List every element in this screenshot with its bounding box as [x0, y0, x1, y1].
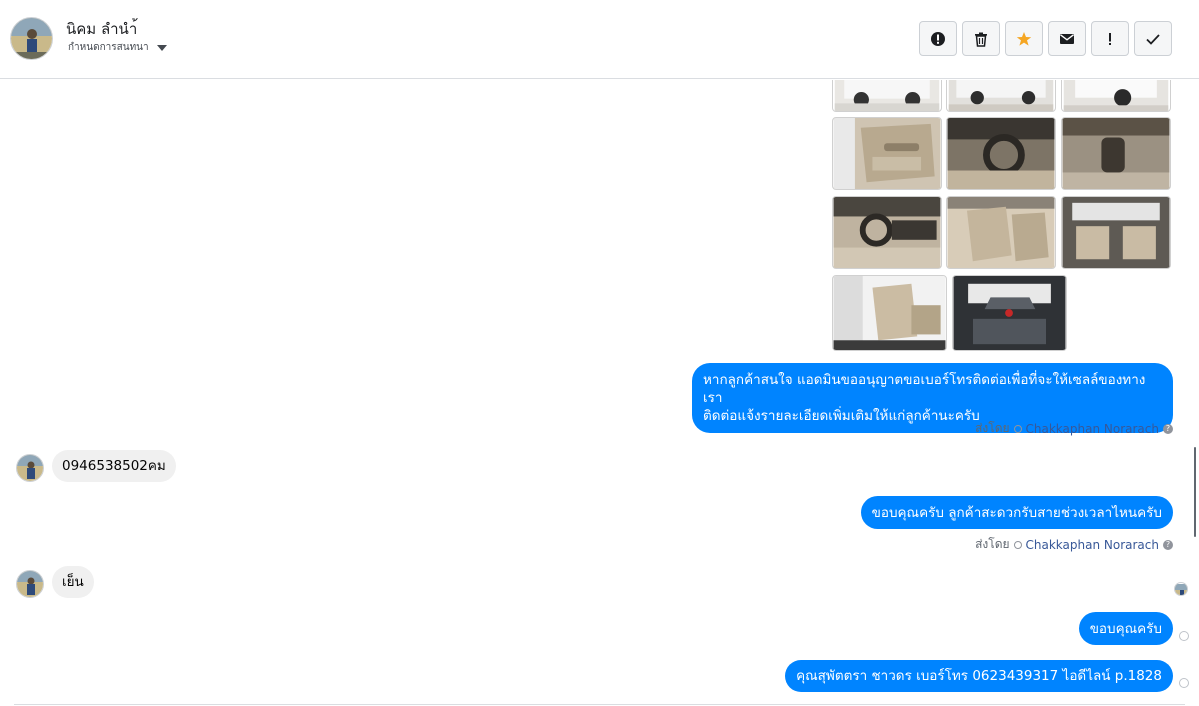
- thread-scrollbar[interactable]: [1194, 447, 1196, 537]
- trash-icon: [975, 32, 987, 47]
- verified-icon: [1013, 424, 1022, 433]
- sent-by-label: ส่งโดย: [975, 421, 1010, 435]
- attachment-photo[interactable]: [1061, 117, 1171, 190]
- attachment-photo[interactable]: [832, 196, 942, 269]
- contact-name[interactable]: นิคม ลำนำ้: [66, 17, 137, 41]
- help-icon[interactable]: ?: [1163, 423, 1173, 434]
- outgoing-message[interactable]: ขอบคุณครับ ลูกค้าสะดวกรับสายช่วงเวลาไหนค…: [860, 496, 1173, 529]
- mark-unread-button[interactable]: [1048, 21, 1086, 56]
- mark-done-button[interactable]: [1134, 21, 1172, 56]
- conversation-header: นิคม ลำนำ้ กำหนดการสนทนา: [0, 0, 1199, 79]
- attachment-photo[interactable]: [952, 275, 1067, 351]
- message-thread: หากลูกค้าสนใจ แอดมินขออนุญาตขอเบอร์โทรติ…: [0, 80, 1199, 706]
- delete-button[interactable]: [962, 21, 1000, 56]
- report-spam-button[interactable]: [919, 21, 957, 56]
- star-button[interactable]: [1005, 21, 1043, 56]
- attachment-photo[interactable]: [946, 117, 1056, 190]
- sent-by-info: ส่งโดย Chakkaphan Norarach ?: [975, 419, 1173, 438]
- sender-name-link[interactable]: Chakkaphan Norarach: [1026, 538, 1159, 552]
- star-icon: [1016, 31, 1032, 46]
- seen-indicator-avatar: [1174, 582, 1188, 596]
- contact-avatar[interactable]: [10, 17, 53, 60]
- contact-avatar-small: [16, 454, 44, 482]
- alert-circle-icon: [931, 31, 945, 46]
- attachment-photo[interactable]: [832, 80, 942, 112]
- delivered-status-icon: [1179, 678, 1189, 688]
- envelope-icon: [1060, 33, 1074, 44]
- attachment-photo[interactable]: [832, 117, 942, 190]
- verified-icon: [1013, 540, 1022, 549]
- incoming-message[interactable]: เย็น: [52, 566, 94, 598]
- outgoing-message[interactable]: ขอบคุณครับ: [1078, 612, 1173, 645]
- composer-divider: [14, 704, 1185, 705]
- sent-by-info: ส่งโดย Chakkaphan Norarach ?: [975, 535, 1173, 554]
- outgoing-message[interactable]: คุณสุพัตตรา ชาวดร เบอร์โทร 0623439317 ไอ…: [785, 660, 1173, 692]
- incoming-message[interactable]: 0946538502คม: [52, 450, 176, 482]
- attachment-photo[interactable]: [1061, 196, 1171, 269]
- attachment-photo[interactable]: [832, 275, 947, 351]
- conversation-toolbar: [919, 21, 1172, 56]
- delivered-status-icon: [1179, 631, 1189, 641]
- contact-avatar-small: [16, 570, 44, 598]
- conversation-stage-dropdown[interactable]: กำหนดการสนทนา: [68, 40, 167, 55]
- sent-by-label: ส่งโดย: [975, 537, 1010, 551]
- attachment-photo[interactable]: [1061, 80, 1171, 112]
- exclamation-icon: [1109, 32, 1111, 45]
- follow-up-button[interactable]: [1091, 21, 1129, 56]
- chevron-down-icon: [156, 44, 167, 51]
- check-icon: [1146, 33, 1160, 45]
- help-icon[interactable]: ?: [1163, 539, 1173, 550]
- attachment-photo[interactable]: [946, 196, 1056, 269]
- attachment-photo[interactable]: [946, 80, 1056, 112]
- stage-label: กำหนดการสนทนา: [68, 42, 149, 53]
- message-line: หากลูกค้าสนใจ แอดมินขออนุญาตขอเบอร์โทรติ…: [703, 372, 1146, 406]
- sender-name-link[interactable]: Chakkaphan Norarach: [1026, 422, 1159, 436]
